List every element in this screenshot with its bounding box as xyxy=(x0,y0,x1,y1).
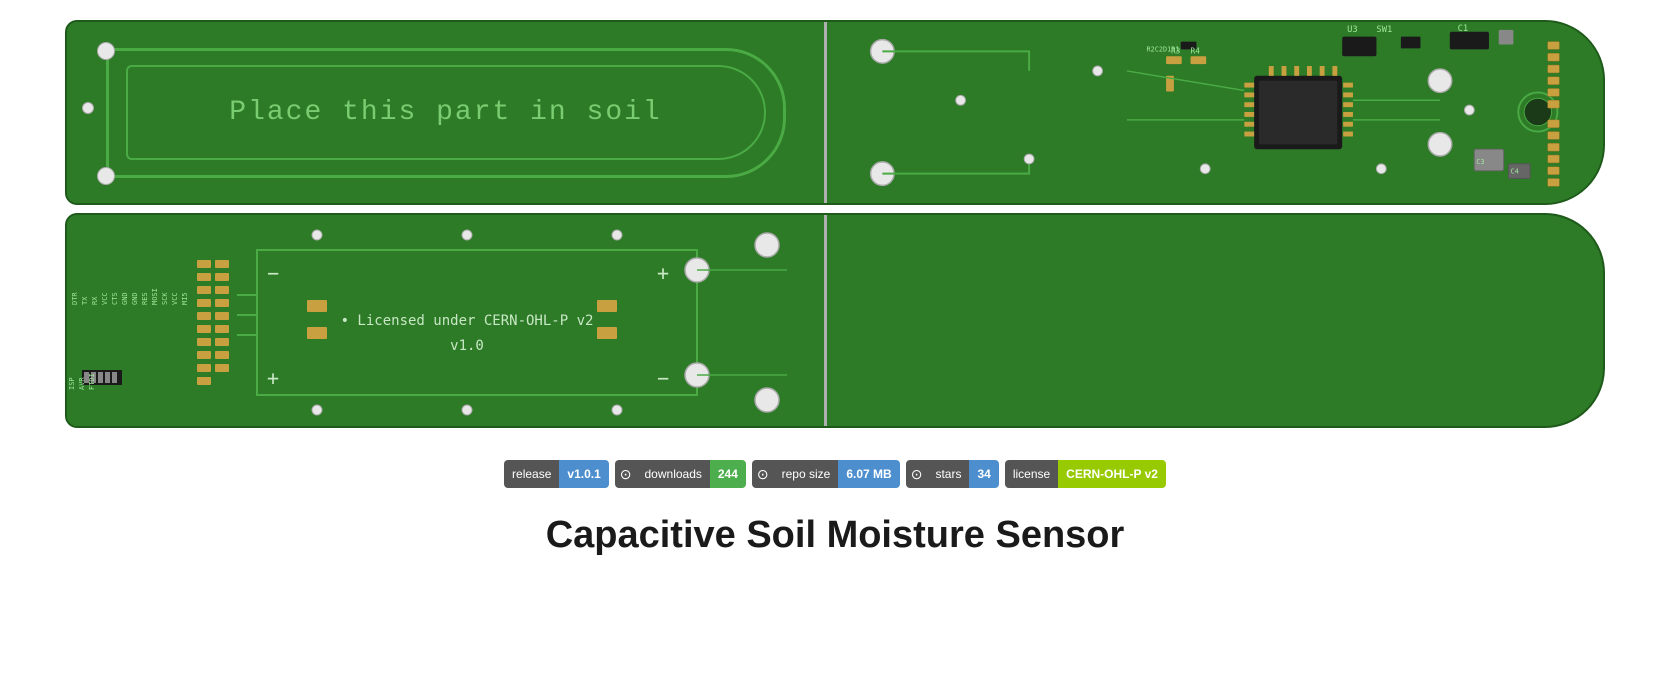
svg-text:MOSI: MOSI xyxy=(151,288,159,305)
svg-text:DTR: DTR xyxy=(71,292,79,305)
probe-outline: Place this part in soil xyxy=(106,48,786,178)
soil-text: Place this part in soil xyxy=(229,97,661,128)
svg-text:AVR: AVR xyxy=(78,377,86,390)
svg-text:SW1: SW1 xyxy=(1376,25,1392,35)
page-title: Capacitive Soil Moisture Sensor xyxy=(0,514,1670,557)
license-badge[interactable]: license CERN-OHL-P v2 xyxy=(1005,460,1166,488)
circuit-svg: U3 SW1 C1 R3 R4 R2C2D1R1 C3 xyxy=(827,22,1603,203)
svg-text:+: + xyxy=(657,261,669,285)
svg-text:v1.0: v1.0 xyxy=(450,338,484,354)
svg-text:GND: GND xyxy=(131,292,139,305)
pcb-bottom-right xyxy=(827,215,1603,426)
stars-badge[interactable]: ⊙ stars 34 xyxy=(906,460,999,488)
github-icon-repo: ⊙ xyxy=(752,460,774,488)
svg-text:VCC: VCC xyxy=(101,292,109,305)
pcb-bottom-board: DTR TX RX VCC CTS GND GND RES MOSI SCK V… xyxy=(65,213,1605,428)
svg-text:−: − xyxy=(657,366,669,390)
svg-text:+: + xyxy=(267,366,279,390)
release-value: v1.0.1 xyxy=(559,460,608,488)
pcb-bottom-left: DTR TX RX VCC CTS GND GND RES MOSI SCK V… xyxy=(67,215,827,426)
svg-text:−: − xyxy=(267,261,279,285)
probe-inner: Place this part in soil xyxy=(126,65,766,160)
repo-size-label: repo size xyxy=(774,460,839,488)
license-label: license xyxy=(1005,460,1058,488)
downloads-badge[interactable]: ⊙ downloads 244 xyxy=(615,460,746,488)
repo-size-value: 6.07 MB xyxy=(838,460,899,488)
svg-text:• Licensed under CERN-OHL-P v2: • Licensed under CERN-OHL-P v2 xyxy=(341,313,594,329)
svg-text:GND: GND xyxy=(121,292,129,305)
svg-text:TX: TX xyxy=(81,296,89,305)
downloads-label: downloads xyxy=(637,460,710,488)
stars-label: stars xyxy=(927,460,969,488)
svg-text:FTDI: FTDI xyxy=(88,373,96,390)
svg-text:MI5: MI5 xyxy=(181,292,189,305)
pcb-area: Place this part in soil xyxy=(0,10,1670,438)
svg-text:C3: C3 xyxy=(1476,158,1484,166)
svg-text:ISP: ISP xyxy=(68,377,76,390)
svg-text:VCC: VCC xyxy=(171,292,179,305)
svg-text:RX: RX xyxy=(91,296,99,305)
svg-text:RES: RES xyxy=(141,292,149,305)
pcb-top-left: Place this part in soil xyxy=(67,22,827,203)
svg-text:SCK: SCK xyxy=(161,292,169,305)
svg-text:CTS: CTS xyxy=(111,292,119,305)
github-icon-stars: ⊙ xyxy=(906,460,928,488)
badges-area: release v1.0.1 ⊙ downloads 244 ⊙ repo si… xyxy=(0,460,1670,488)
svg-text:C1: C1 xyxy=(1458,24,1469,34)
svg-text:C4: C4 xyxy=(1510,168,1518,176)
repo-size-badge[interactable]: ⊙ repo size 6.07 MB xyxy=(752,460,900,488)
release-label: release xyxy=(504,460,559,488)
svg-text:R2C2D1R1: R2C2D1R1 xyxy=(1147,45,1180,53)
svg-text:R4: R4 xyxy=(1191,46,1201,55)
bottom-circuit-svg: DTR TX RX VCC CTS GND GND RES MOSI SCK V… xyxy=(67,215,827,426)
stars-value: 34 xyxy=(969,460,998,488)
pcb-top-board: Place this part in soil xyxy=(65,20,1605,205)
svg-text:U3: U3 xyxy=(1347,25,1358,35)
license-value: CERN-OHL-P v2 xyxy=(1058,460,1166,488)
page-title-area: Capacitive Soil Moisture Sensor xyxy=(0,506,1670,567)
release-badge[interactable]: release v1.0.1 xyxy=(504,460,609,488)
downloads-value: 244 xyxy=(710,460,746,488)
pcb-top-right: U3 SW1 C1 R3 R4 R2C2D1R1 C3 xyxy=(827,22,1603,203)
github-icon-downloads: ⊙ xyxy=(615,460,637,488)
page-container: Place this part in soil xyxy=(0,0,1670,587)
